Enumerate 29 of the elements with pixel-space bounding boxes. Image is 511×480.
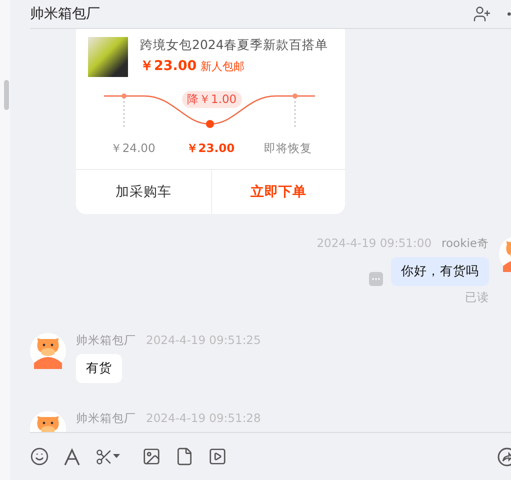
font-icon[interactable] [63, 448, 81, 466]
read-receipt: 已读 [465, 290, 489, 305]
avatar [30, 333, 66, 369]
photo-placeholder [88, 37, 128, 77]
price-label: ￥23.00 [186, 141, 235, 156]
message-time: 2024-4-19 09:51:00 [316, 236, 432, 251]
scrollbar-thumb[interactable] [4, 80, 9, 110]
add-user-icon[interactable] [473, 5, 491, 23]
chat-title: 帅米箱包厂 [30, 5, 100, 23]
product-price: ￥23.00 [140, 57, 197, 75]
share-icon[interactable] [497, 446, 511, 466]
sender-name: 帅米箱包厂 [76, 411, 136, 426]
video-icon[interactable] [208, 447, 227, 466]
price-label: 即将恢复 [264, 141, 312, 156]
message-time: 2024-4-19 09:51:28 [146, 411, 261, 426]
product-title[interactable]: 跨境女包2024春夏季新款百搭单 [140, 37, 328, 54]
price-label: ￥24.00 [110, 141, 156, 156]
message-bubble: 有货 [76, 354, 122, 383]
message-time: 2024-4-19 09:51:25 [146, 333, 261, 348]
promo-text: 新人包邮 [200, 59, 245, 74]
image-icon[interactable] [142, 447, 161, 466]
sender-name: 帅米箱包厂 [76, 333, 136, 348]
message-bubble: 你好，有货吗 [391, 257, 489, 286]
file-icon[interactable] [175, 447, 194, 466]
sender-name: rookie奇 [442, 236, 489, 251]
emoji-icon[interactable] [30, 447, 49, 466]
order-now-button[interactable]: 立即下单 [210, 170, 345, 214]
scissors-icon[interactable] [95, 448, 120, 466]
price-drop-badge: 降￥1.00 [182, 91, 242, 108]
